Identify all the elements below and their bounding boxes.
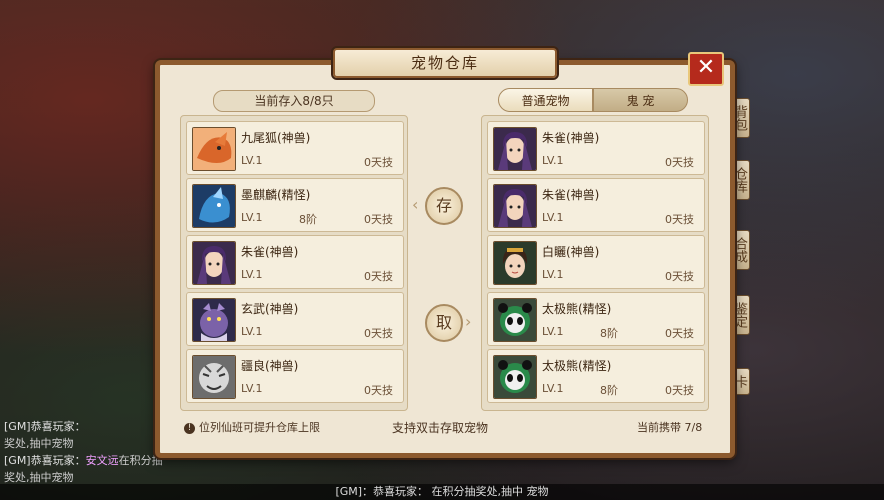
pet-level: LV.1 bbox=[542, 268, 564, 281]
pet-avatar bbox=[192, 184, 236, 228]
pet-skills: 0天技 bbox=[665, 156, 694, 169]
pet-skills: 0天技 bbox=[665, 327, 694, 340]
pet-level: LV.1 bbox=[241, 211, 263, 224]
stored-count: 当前存入8/8只 bbox=[213, 90, 375, 112]
pet-name: 九尾狐(神兽) bbox=[241, 131, 311, 145]
panel-title: 宠物仓库 bbox=[333, 48, 557, 78]
pet-level: LV.1 bbox=[241, 154, 263, 167]
pet-name: 墨麒麟(精怪) bbox=[241, 188, 311, 202]
system-ticker: [GM]：恭喜玩家： 在积分抽奖处,抽中 宠物 bbox=[0, 484, 884, 500]
capacity-hint: ! 位列仙班可提升仓库上限 bbox=[184, 419, 320, 435]
pet-avatar bbox=[192, 241, 236, 285]
chat-text: [GM]恭喜玩家： bbox=[4, 454, 86, 467]
pet-avatar bbox=[493, 127, 537, 171]
pet-type-tabs: 普通宠物 鬼 宠 bbox=[498, 88, 688, 112]
pet-level: LV.1 bbox=[241, 382, 263, 395]
pet-avatar bbox=[493, 355, 537, 399]
pet-skills: 0天技 bbox=[665, 384, 694, 397]
pet-card[interactable]: 疆良(神兽) LV.1 0天技 bbox=[186, 349, 404, 403]
pet-skills: 0天技 bbox=[665, 213, 694, 226]
pet-name: 朱雀(神兽) bbox=[241, 245, 299, 259]
chat-line: 奖处,抽中宠物 bbox=[4, 469, 74, 485]
pet-card[interactable]: 墨麒麟(精怪) LV.1 8阶 0天技 bbox=[186, 178, 404, 232]
double-click-hint: 支持双击存取宠物 bbox=[392, 421, 489, 435]
pet-stage: 8阶 bbox=[600, 384, 618, 397]
chat-line: 奖处,抽中宠物 bbox=[4, 435, 74, 451]
pet-avatar bbox=[493, 241, 537, 285]
chat-line: [GM]恭喜玩家：安文远在积分抽 bbox=[4, 452, 163, 468]
pet-skills: 0天技 bbox=[665, 270, 694, 283]
pet-skills: 0天技 bbox=[364, 156, 393, 169]
pet-name: 白矖(神兽) bbox=[542, 245, 600, 259]
pet-card[interactable]: 太极熊(精怪) LV.1 8阶 0天技 bbox=[487, 349, 705, 403]
warehouse-pet-list: 九尾狐(神兽) LV.1 0天技 墨麒麟(精怪) LV.1 8阶 0天技 朱雀(神兽) LV.1… bbox=[183, 118, 405, 406]
tab-ghost-pets[interactable]: 鬼 宠 bbox=[593, 88, 688, 112]
pet-card[interactable]: 朱雀(神兽) LV.1 0天技 bbox=[186, 235, 404, 289]
pet-level: LV.1 bbox=[542, 211, 564, 224]
pet-avatar bbox=[192, 355, 236, 399]
chat-text: 奖处,抽中 bbox=[4, 471, 52, 484]
deposit-button[interactable]: 存 bbox=[425, 187, 463, 225]
pet-level: LV.1 bbox=[542, 382, 564, 395]
pet-avatar bbox=[493, 184, 537, 228]
chat-line: [GM]恭喜玩家： bbox=[4, 418, 86, 434]
pet-stage: 8阶 bbox=[299, 213, 317, 226]
pet-level: LV.1 bbox=[542, 325, 564, 338]
info-icon: ! bbox=[184, 422, 195, 434]
pet-avatar bbox=[192, 127, 236, 171]
pet-skills: 0天技 bbox=[364, 270, 393, 283]
chat-text: 奖处,抽中 bbox=[4, 437, 52, 450]
pet-avatar bbox=[493, 298, 537, 342]
carried-pet-list: 朱雀(神兽) LV.1 0天技 朱雀(神兽) LV.1 0天技 白矖(神兽) LV.1 0天技太… bbox=[484, 118, 706, 406]
arrow-right-icon: › bbox=[465, 312, 472, 331]
pet-card[interactable]: 朱雀(神兽) LV.1 0天技 bbox=[487, 178, 705, 232]
pet-card[interactable]: 朱雀(神兽) LV.1 0天技 bbox=[487, 121, 705, 175]
pet-card[interactable]: 九尾狐(神兽) LV.1 0天技 bbox=[186, 121, 404, 175]
pet-stage: 8阶 bbox=[600, 327, 618, 340]
pet-level: LV.1 bbox=[542, 154, 564, 167]
pet-card[interactable]: 玄武(神兽) LV.1 0天技 bbox=[186, 292, 404, 346]
pet-avatar bbox=[192, 298, 236, 342]
pet-skills: 0天技 bbox=[364, 213, 393, 226]
pet-name: 朱雀(神兽) bbox=[542, 188, 600, 202]
close-button[interactable]: ✕ bbox=[688, 52, 724, 86]
chat-text: 宠物 bbox=[51, 437, 74, 450]
arrow-left-icon: ‹ bbox=[412, 195, 419, 214]
pet-card[interactable]: 太极熊(精怪) LV.1 8阶 0天技 bbox=[487, 292, 705, 346]
pet-name: 疆良(神兽) bbox=[241, 359, 299, 373]
chat-player: 安文远 bbox=[85, 454, 119, 467]
pet-card[interactable]: 白矖(神兽) LV.1 0天技 bbox=[487, 235, 705, 289]
capacity-hint-text: 位列仙班可提升仓库上限 bbox=[199, 421, 320, 434]
pet-name: 玄武(神兽) bbox=[241, 302, 299, 316]
pet-name: 太极熊(精怪) bbox=[542, 359, 612, 373]
chat-text: 宠物 bbox=[51, 471, 74, 484]
carry-count: 当前携带 7/8 bbox=[637, 421, 703, 434]
tab-normal-pets[interactable]: 普通宠物 bbox=[498, 88, 593, 112]
pet-skills: 0天技 bbox=[364, 384, 393, 397]
withdraw-button[interactable]: 取 bbox=[425, 304, 463, 342]
pet-level: LV.1 bbox=[241, 325, 263, 338]
pet-skills: 0天技 bbox=[364, 327, 393, 340]
pet-name: 太极熊(精怪) bbox=[542, 302, 612, 316]
chat-text: [GM]恭喜玩家： bbox=[4, 420, 86, 433]
pet-level: LV.1 bbox=[241, 268, 263, 281]
pet-name: 朱雀(神兽) bbox=[542, 131, 600, 145]
